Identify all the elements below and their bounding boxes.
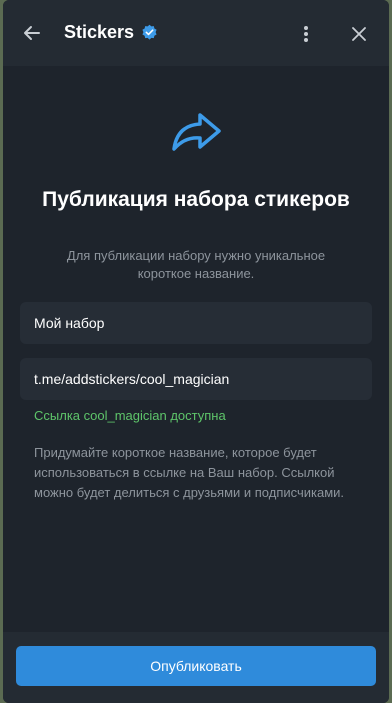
close-icon [352,27,366,41]
dialog-title: Stickers [64,22,158,43]
dialog-header: Stickers [3,0,389,66]
title-text: Stickers [64,22,135,42]
dialog-footer: Опубликовать [3,632,389,703]
share-arrow-icon [172,113,221,151]
more-vertical-icon [304,26,308,42]
short-link-field[interactable]: t.me/addstickers/cool_magician [20,358,372,400]
verified-badge-icon [142,24,157,40]
more-button[interactable] [293,20,319,48]
publish-button[interactable]: Опубликовать [16,646,376,686]
page-heading: Публикация набора стикеров [42,188,350,211]
set-name-field[interactable]: Мой набор [20,302,372,344]
page-subtitle: Для публикации набору нужно уникальное к… [66,248,326,281]
back-button[interactable] [17,18,47,48]
dialog-body: Публикация набора стикеров Для публикаци… [3,66,389,632]
hint-text: Придумайте короткое название, которое бу… [34,445,345,500]
arrow-left-icon [24,26,40,40]
short-link-value: t.me/addstickers/cool_magician [34,371,230,387]
close-button[interactable] [345,20,373,48]
set-name-value: Мой набор [34,315,105,331]
sticker-publish-dialog: Stickers Публикация набора стикеров Для … [3,0,389,703]
availability-status: Ссылка cool_magician доступна [34,408,226,423]
publish-button-label: Опубликовать [150,658,242,674]
